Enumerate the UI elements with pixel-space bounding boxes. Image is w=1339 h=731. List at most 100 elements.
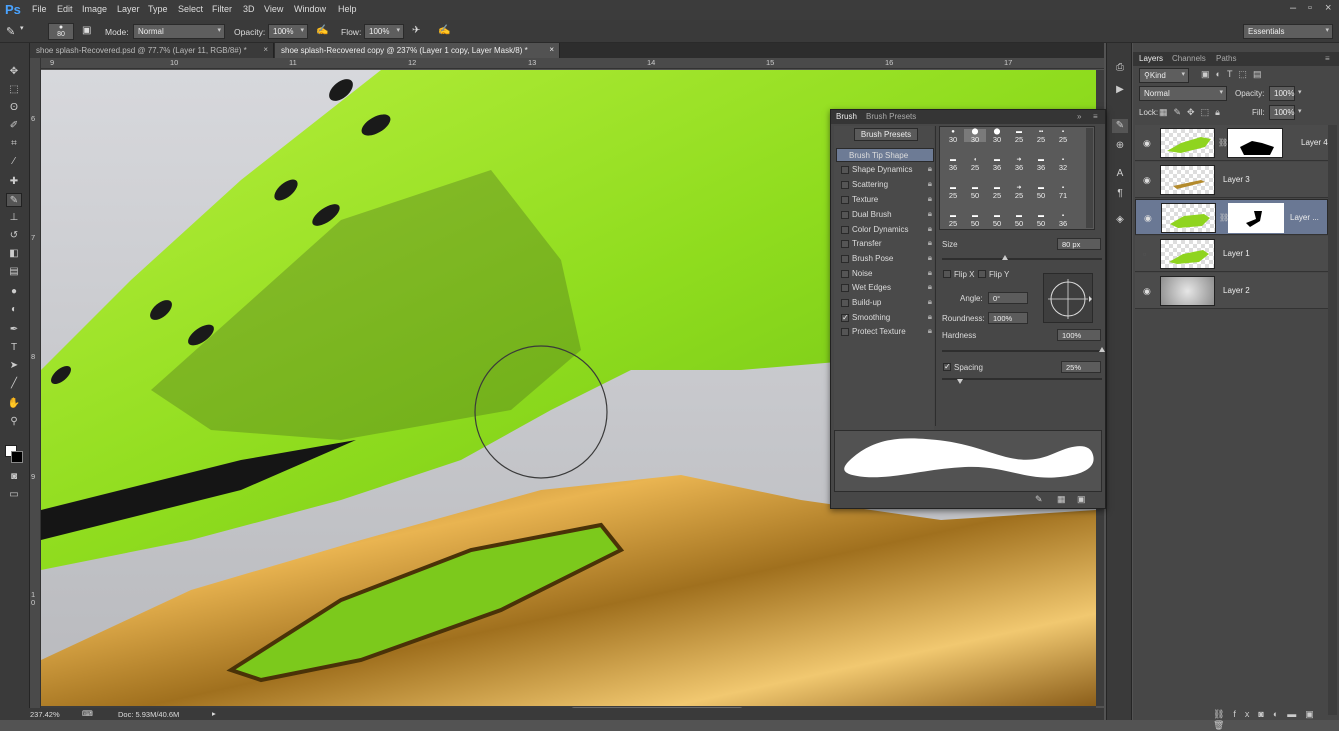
menu-file[interactable]: File	[32, 4, 47, 14]
checkbox[interactable]	[841, 240, 849, 248]
layer-filter-kind[interactable]: ⚲Kind ▾	[1139, 68, 1189, 83]
layer-name[interactable]: Layer ...	[1290, 213, 1319, 222]
lock-icon[interactable]: 🔒︎	[928, 268, 932, 278]
lock-icon[interactable]: 🔒︎	[928, 194, 932, 204]
quick-mask-icon[interactable]: ◙	[6, 470, 22, 484]
build-up-item[interactable]: Build-up 🔒︎	[836, 296, 934, 310]
wet-edges-item[interactable]: Wet Edges 🔒︎	[836, 281, 934, 295]
tool-preset-chevron-icon[interactable]: ▾	[20, 24, 24, 32]
layer-row[interactable]: ▫ Layer 1	[1135, 236, 1328, 272]
brush-grid-icon[interactable]: ▦	[1057, 494, 1066, 505]
visibility-eye-icon[interactable]: ◉	[1143, 286, 1151, 297]
brush-tip[interactable]: ● 30	[942, 129, 964, 144]
brush-presets-button[interactable]: Brush Presets	[854, 128, 918, 141]
layer-mask-thumbnail[interactable]	[1227, 128, 1283, 158]
flip-y-checkbox[interactable]	[978, 270, 986, 278]
workspace-select[interactable]: Essentials ▾	[1243, 24, 1333, 39]
angle-input[interactable]: 0°	[988, 292, 1028, 304]
close-tab-icon[interactable]: ×	[549, 45, 554, 54]
flow-input[interactable]: 100% ▾	[364, 24, 404, 39]
stamp-tool-icon[interactable]: ⊥	[6, 211, 22, 225]
brush-tip-selected[interactable]: ⬤ 30	[964, 129, 986, 144]
tab-document-1[interactable]: shoe splash-Recovered.psd @ 77.7% (Layer…	[30, 43, 274, 58]
history-brush-icon[interactable]: ↺	[6, 229, 22, 243]
spacing-input[interactable]: 25%	[1061, 361, 1101, 373]
brush-tip[interactable]: ▬ 50	[964, 213, 986, 228]
quick-select-tool-icon[interactable]: ✐	[6, 119, 22, 133]
move-tool-icon[interactable]: ✥	[6, 65, 22, 79]
export-icon[interactable]: ⌨	[82, 709, 93, 718]
size-slider[interactable]	[942, 258, 1102, 260]
brush-tip[interactable]: ▪ 36	[1052, 213, 1074, 228]
marquee-tool-icon[interactable]: ⬚	[6, 83, 22, 97]
checkbox[interactable]	[841, 166, 849, 174]
menu-type[interactable]: Type	[148, 4, 168, 14]
layers-scrollbar[interactable]	[1328, 125, 1337, 715]
checkbox[interactable]	[841, 270, 849, 278]
minimize-icon[interactable]: –	[1290, 2, 1296, 14]
noise-item[interactable]: Noise 🔒︎	[836, 267, 934, 281]
hardness-input[interactable]: 100%	[1057, 329, 1101, 341]
dodge-tool-icon[interactable]: ◐	[6, 303, 22, 317]
brush-tool-icon[interactable]: ✎	[6, 193, 22, 207]
checkbox[interactable]	[841, 255, 849, 263]
panel-menu-icon[interactable]: ≡	[1093, 112, 1098, 121]
layer-row[interactable]: ◉ ⛓ Layer 4	[1135, 125, 1328, 161]
panel-menu-icon[interactable]: ≡	[1325, 54, 1330, 63]
lasso-tool-icon[interactable]: ʘ	[6, 101, 22, 115]
zoom-level[interactable]: 237.42%	[30, 710, 60, 719]
visibility-empty-icon[interactable]: ▫	[1143, 249, 1146, 259]
airbrush-icon[interactable]: ✈	[412, 25, 420, 36]
gradient-tool-icon[interactable]: ▤	[6, 265, 22, 279]
fill-input[interactable]: 100%	[1269, 105, 1295, 120]
dual-brush-item[interactable]: Dual Brush 🔒︎	[836, 208, 934, 222]
spacing-slider[interactable]	[942, 378, 1102, 380]
transfer-item[interactable]: Transfer 🔒︎	[836, 237, 934, 251]
tab-document-2[interactable]: shoe splash-Recovered copy @ 237% (Layer…	[275, 43, 560, 58]
flip-x-checkbox[interactable]	[943, 270, 951, 278]
opacity-input[interactable]: 100% ▾	[268, 24, 308, 39]
brush-tip[interactable]: ➜ 36	[1008, 157, 1030, 172]
layer-name[interactable]: Layer 4	[1301, 138, 1328, 147]
brush-tip[interactable]: ➜ 25	[1008, 185, 1030, 200]
checkbox[interactable]	[841, 211, 849, 219]
lock-icon[interactable]: 🔒︎	[928, 164, 932, 174]
brush-tip[interactable]: ▬ 25	[942, 185, 964, 200]
checkbox[interactable]	[841, 181, 849, 189]
chevron-down-icon[interactable]: ▾	[1298, 107, 1302, 115]
roundness-input[interactable]: 100%	[988, 312, 1028, 324]
brush-tip[interactable]: ▬ 25	[1008, 129, 1030, 144]
brush-panel-icon[interactable]: ✎	[1112, 119, 1128, 133]
visibility-eye-icon[interactable]: ◉	[1144, 213, 1152, 224]
eyedropper-tool-icon[interactable]: ⁄	[6, 155, 22, 169]
brush-tip-grid[interactable]: ● 30 ⬤ 30 ⬤ 30 ▬ 25 ▪▪ 25 ▪ 25 ▬ 36 ◖ 25 ▬ 36 ➜ 36…	[939, 126, 1095, 230]
chevron-down-icon[interactable]: ▾	[1298, 88, 1302, 96]
brush-tip[interactable]: ▬ 25	[986, 185, 1008, 200]
eraser-tool-icon[interactable]: ◧	[6, 247, 22, 261]
size-slider-knob[interactable]	[1002, 255, 1008, 260]
actions-icon[interactable]: ▶	[1112, 83, 1128, 97]
layer-action-icons[interactable]: ⛓fx◙◐▬▣🗑︎	[1213, 709, 1339, 731]
brush-tool-icon[interactable]: ✎	[6, 25, 15, 38]
checkbox[interactable]	[841, 299, 849, 307]
lock-icon[interactable]: 🔒︎	[928, 179, 932, 189]
crop-tool-icon[interactable]: ⌗	[6, 137, 22, 151]
blend-mode-select[interactable]: Normal ▾	[1139, 86, 1227, 101]
close-window-icon[interactable]: ×	[1325, 2, 1331, 14]
menu-image[interactable]: Image	[82, 4, 107, 14]
filter-icons[interactable]: ▣◐T⬚▤	[1201, 69, 1267, 80]
brush-tip[interactable]: ◖ 25	[964, 157, 986, 172]
brush-tip[interactable]: ▬ 36	[942, 157, 964, 172]
brush-tip[interactable]: ▪ 32	[1052, 157, 1074, 172]
status-arrow-icon[interactable]: ▸	[212, 709, 216, 718]
checkbox[interactable]	[841, 328, 849, 336]
pen-tool-icon[interactable]: ✒	[6, 323, 22, 337]
tab-brush[interactable]: Brush	[836, 112, 857, 121]
layer-name[interactable]: Layer 1	[1223, 249, 1250, 258]
brush-tip[interactable]: ▬ 25	[942, 213, 964, 228]
checkbox[interactable]	[841, 284, 849, 292]
texture-item[interactable]: Texture 🔒︎	[836, 193, 934, 207]
new-brush-icon[interactable]: ▣	[1077, 494, 1086, 505]
brush-tip[interactable]: ▪ 25	[1052, 129, 1074, 144]
brush-pose-item[interactable]: Brush Pose 🔒︎	[836, 252, 934, 266]
